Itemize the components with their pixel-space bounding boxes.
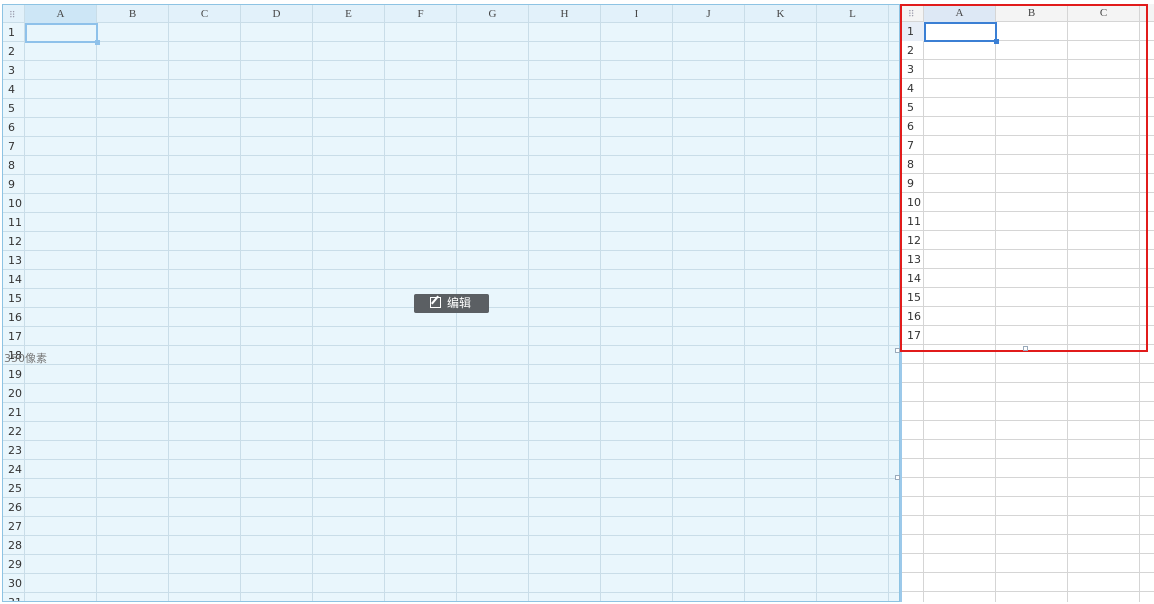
- row-header-25[interactable]: 25: [3, 479, 25, 498]
- row-header-28[interactable]: 28: [3, 536, 25, 555]
- grid-row-line: [3, 383, 899, 384]
- grid-row-line: [3, 117, 899, 118]
- highlight-box: [900, 4, 1148, 352]
- grid-row-line: [902, 515, 1154, 516]
- grid-row-line: [3, 250, 899, 251]
- row-header-22[interactable]: 22: [3, 422, 25, 441]
- row-header-7[interactable]: 7: [3, 137, 25, 156]
- grid-row-line: [902, 382, 1154, 383]
- row-header-8[interactable]: 8: [3, 156, 25, 175]
- edit-icon: [430, 297, 441, 308]
- row-header-10[interactable]: 10: [3, 194, 25, 213]
- grid-row-line: [3, 269, 899, 270]
- grid-row-line: [3, 402, 899, 403]
- row-header-2[interactable]: 2: [3, 42, 25, 61]
- resize-handle[interactable]: [1023, 346, 1028, 351]
- row-header-15[interactable]: 15: [3, 289, 25, 308]
- row-header-26[interactable]: 26: [3, 498, 25, 517]
- row-header-12[interactable]: 12: [3, 232, 25, 251]
- column-header-i[interactable]: I: [601, 5, 673, 23]
- grid-row-line: [3, 136, 899, 137]
- column-header-j[interactable]: J: [673, 5, 745, 23]
- selected-cell[interactable]: [25, 23, 98, 43]
- grid-row-line: [3, 421, 899, 422]
- grid-row-line: [3, 60, 899, 61]
- row-header-21[interactable]: 21: [3, 403, 25, 422]
- column-header-d[interactable]: D: [241, 5, 313, 23]
- edit-button-label: 编辑: [447, 296, 472, 310]
- grid-row-line: [3, 592, 899, 593]
- row-header-13[interactable]: 13: [3, 251, 25, 270]
- grid-row-line: [3, 516, 899, 517]
- grid-row-line: [3, 288, 899, 289]
- grid-row-line: [3, 440, 899, 441]
- grid-row-line: [902, 591, 1154, 592]
- row-header-5[interactable]: 5: [3, 99, 25, 118]
- grid-row-line: [3, 364, 899, 365]
- size-annotation: 350像素: [4, 352, 47, 365]
- grid-row-line: [3, 79, 899, 80]
- row-header-3[interactable]: 3: [3, 61, 25, 80]
- column-header-k[interactable]: K: [745, 5, 817, 23]
- row-header-29[interactable]: 29: [3, 555, 25, 574]
- grid-row-line: [3, 326, 899, 327]
- column-header-b[interactable]: B: [97, 5, 169, 23]
- grid-row-line: [3, 478, 899, 479]
- row-header-27[interactable]: 27: [3, 517, 25, 536]
- grid-row-line: [902, 496, 1154, 497]
- column-header-c[interactable]: C: [169, 5, 241, 23]
- column-header-l[interactable]: L: [817, 5, 889, 23]
- row-header-11[interactable]: 11: [3, 213, 25, 232]
- grid-row-line: [902, 420, 1154, 421]
- column-header-g[interactable]: G: [457, 5, 529, 23]
- grid-row-line: [902, 477, 1154, 478]
- sheet-corner[interactable]: ⠿: [3, 5, 25, 23]
- grid-row-line: [3, 193, 899, 194]
- grid-row-line: [3, 573, 899, 574]
- grid-row-line: [3, 212, 899, 213]
- row-header-23[interactable]: 23: [3, 441, 25, 460]
- grid-row-line: [902, 439, 1154, 440]
- grid-row-line: [3, 345, 899, 346]
- grid-row-line: [3, 497, 899, 498]
- grid-row-line: [902, 534, 1154, 535]
- grid-row-line: [902, 363, 1154, 364]
- resize-handle[interactable]: [895, 475, 900, 480]
- grid-row-line: [902, 458, 1154, 459]
- row-header-24[interactable]: 24: [3, 460, 25, 479]
- row-header-9[interactable]: 9: [3, 175, 25, 194]
- row-header-30[interactable]: 30: [3, 574, 25, 593]
- row-header-14[interactable]: 14: [3, 270, 25, 289]
- row-header-19[interactable]: 19: [3, 365, 25, 384]
- grid-row-line: [3, 535, 899, 536]
- row-header-17[interactable]: 17: [3, 327, 25, 346]
- grid-row-line: [3, 98, 899, 99]
- row-header-4[interactable]: 4: [3, 80, 25, 99]
- row-header-1[interactable]: 1: [3, 23, 25, 42]
- grid-row-line: [3, 554, 899, 555]
- row-header-31[interactable]: 31: [3, 593, 25, 601]
- fill-handle[interactable]: [95, 40, 100, 45]
- column-header-f[interactable]: F: [385, 5, 457, 23]
- grid-row-line: [902, 553, 1154, 554]
- grid-row-line: [3, 459, 899, 460]
- edit-button[interactable]: 编辑: [414, 294, 489, 313]
- grid-row-line: [3, 231, 899, 232]
- grid-row-line: [902, 572, 1154, 573]
- column-header-h[interactable]: H: [529, 5, 601, 23]
- row-header-20[interactable]: 20: [3, 384, 25, 403]
- resize-handle[interactable]: [895, 348, 900, 353]
- grid-row-line: [3, 174, 899, 175]
- grid-row-line: [3, 155, 899, 156]
- row-header-16[interactable]: 16: [3, 308, 25, 327]
- column-header-a[interactable]: A: [25, 5, 97, 23]
- row-header-6[interactable]: 6: [3, 118, 25, 137]
- grid-row-line: [3, 41, 899, 42]
- grid-row-line: [902, 401, 1154, 402]
- column-header-e[interactable]: E: [313, 5, 385, 23]
